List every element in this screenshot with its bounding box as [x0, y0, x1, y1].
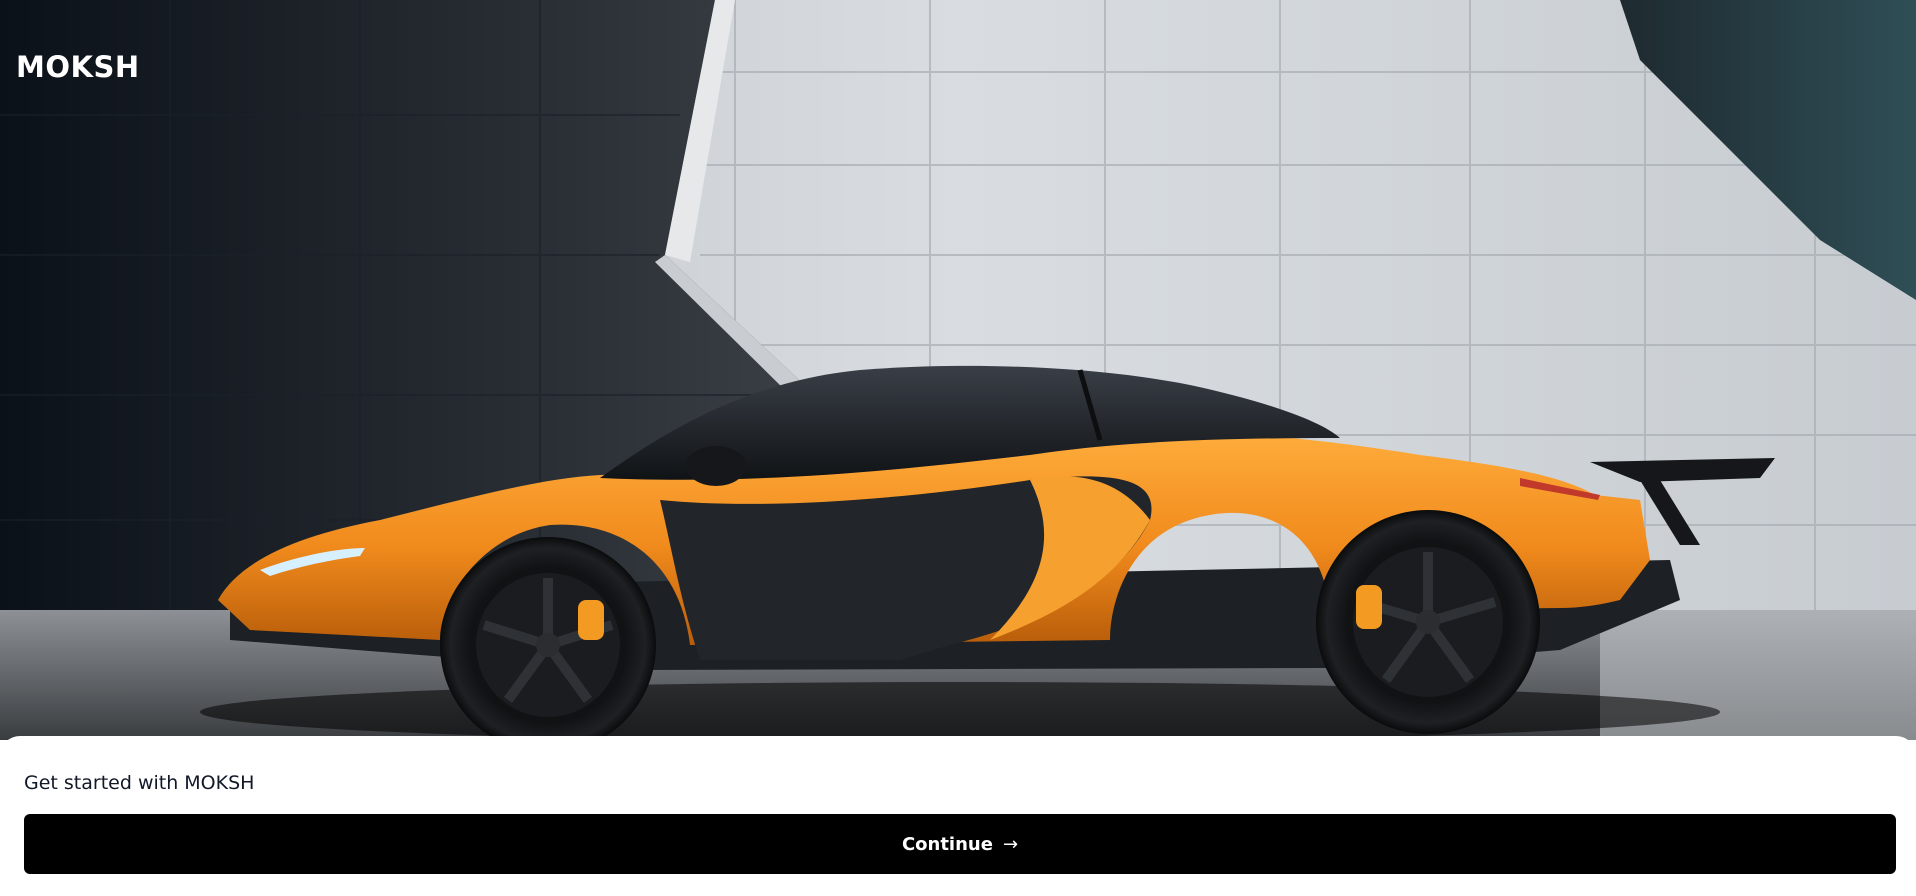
supercar-photo — [0, 0, 1916, 740]
hero-image: MOKSH — [0, 0, 1916, 740]
arrow-right-icon: → — [1002, 833, 1019, 855]
sheet-title: Get started with MOKSH — [24, 772, 255, 794]
rear-wheel — [1316, 510, 1540, 734]
continue-button-label: Continue — [901, 833, 993, 855]
onboarding-screen: MOKSH Get started with MOKSH Continue → — [0, 0, 1916, 896]
continue-button[interactable]: Continue → — [24, 814, 1896, 874]
onboarding-sheet: Get started with MOKSH Continue → — [0, 736, 1916, 896]
brand-logo: MOKSH — [16, 50, 140, 84]
